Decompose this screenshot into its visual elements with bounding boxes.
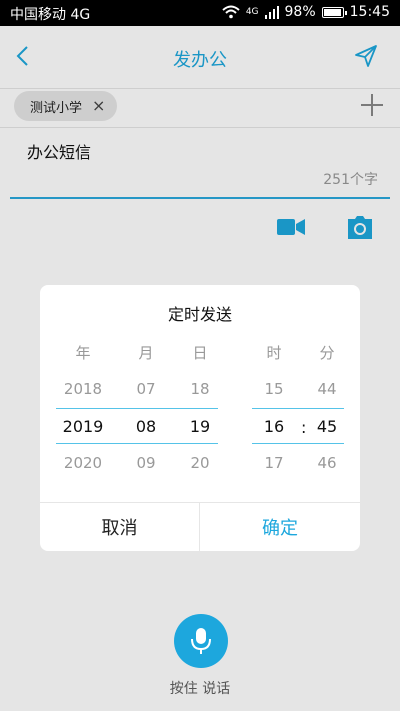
- wifi-icon: [222, 5, 240, 19]
- header-month: 月: [138, 344, 154, 362]
- status-bar: 中国移动 4G 4G 98% 15:45: [0, 0, 400, 26]
- dialog-button-bar: 取消 确定: [40, 502, 360, 551]
- time-colon: :: [301, 418, 307, 437]
- selected-minute[interactable]: 45: [317, 417, 337, 436]
- cancel-button[interactable]: 取消: [40, 503, 200, 551]
- header-hour: 时: [266, 344, 282, 362]
- network-type-label: 4G: [245, 7, 259, 17]
- battery-icon: [321, 6, 347, 18]
- selected-year[interactable]: 2019: [63, 417, 104, 436]
- hour-option[interactable]: 15: [264, 380, 283, 398]
- voice-label: 按住 说话: [169, 681, 231, 697]
- header-day: 日: [192, 344, 208, 362]
- day-option[interactable]: 18: [190, 380, 209, 398]
- voice-button[interactable]: [174, 614, 228, 668]
- header-minute: 分: [319, 344, 335, 362]
- dialog-title: 定时发送: [167, 305, 232, 324]
- clock: 15:45: [349, 4, 390, 20]
- year-option[interactable]: 2020: [64, 454, 102, 472]
- month-option[interactable]: 09: [136, 454, 155, 472]
- schedule-dialog: 定时发送 年 月 日 时 分 2018 07 18 15 44 2019 08 …: [40, 285, 360, 551]
- year-option[interactable]: 2018: [64, 380, 102, 398]
- microphone-icon: [191, 628, 211, 654]
- minute-option[interactable]: 44: [317, 380, 336, 398]
- confirm-button[interactable]: 确定: [200, 503, 360, 551]
- time-selection-bottom-line: [252, 443, 344, 444]
- month-option[interactable]: 07: [136, 380, 155, 398]
- selected-month[interactable]: 08: [136, 417, 156, 436]
- date-selection-top-line: [56, 408, 218, 409]
- minute-option[interactable]: 46: [317, 454, 336, 472]
- header-year: 年: [75, 344, 91, 362]
- time-selection-top-line: [252, 408, 344, 409]
- signal-icon: [264, 6, 279, 19]
- battery-percent: 98%: [284, 4, 316, 20]
- hour-option[interactable]: 17: [264, 454, 283, 472]
- selected-day[interactable]: 19: [190, 417, 210, 436]
- carrier-label: 中国移动 4G: [10, 7, 91, 23]
- selected-hour[interactable]: 16: [264, 417, 284, 436]
- day-option[interactable]: 20: [190, 454, 209, 472]
- date-selection-bottom-line: [56, 443, 218, 444]
- status-icons: 4G 98% 15:45: [222, 4, 390, 20]
